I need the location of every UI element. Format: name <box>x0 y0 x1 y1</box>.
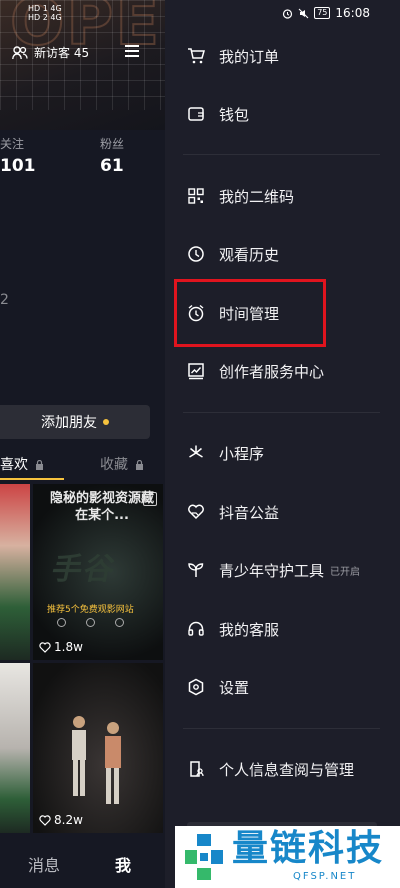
menu-item-qrcode[interactable]: 我的二维码 <box>187 182 294 210</box>
hamburger-menu-icon[interactable] <box>124 44 140 58</box>
sprout-icon <box>188 563 204 577</box>
followers-label: 粉丝 <box>100 137 125 151</box>
menu-label: 我的订单 <box>219 47 280 66</box>
visitors-icon <box>12 45 28 59</box>
menu-item-orders[interactable]: 我的订单 <box>187 42 279 70</box>
menu-label: 我的二维码 <box>219 187 295 206</box>
menu-item-customer-service[interactable]: 我的客服 <box>187 615 279 643</box>
video-subtitle: 推荐5个免费观影网站 <box>47 605 134 615</box>
menu-label: 个人信息查阅与管理 <box>219 760 355 779</box>
menu-item-teen-guardian[interactable]: 青少年守护工具 已开启 <box>187 556 360 584</box>
chart-icon <box>188 363 204 380</box>
new-visitors-button[interactable]: 新访客 45 <box>12 44 89 61</box>
person-doc-icon <box>190 761 204 777</box>
active-tab-underline <box>0 478 64 480</box>
add-friend-button[interactable]: 添加朋友 <box>0 405 150 439</box>
status-time: 16:08 <box>335 6 370 20</box>
hexagon-settings-icon <box>188 678 204 696</box>
battery-indicator: 75 <box>314 7 331 19</box>
following-stat[interactable]: 关注 101 <box>0 135 36 176</box>
video-thumbnail[interactable]: 隐秘的影视资源藏在某个... 手谷 推荐5个免费观影网站 1.8w <box>33 484 163 660</box>
tab-likes-label: 喜欢 <box>0 457 28 473</box>
profile-tabs: 喜欢 收藏 <box>0 448 165 480</box>
menu-label: 钱包 <box>219 105 250 124</box>
video-likes: 1.8w <box>39 640 83 654</box>
highlight-box <box>174 279 326 347</box>
nav-messages[interactable]: 消息 <box>28 852 60 876</box>
divider <box>183 412 380 413</box>
video-thumbnail[interactable] <box>0 484 30 660</box>
menu-label: 抖音公益 <box>219 503 280 522</box>
menu-item-mini-programs[interactable]: 小程序 <box>187 439 264 467</box>
tab-favorites[interactable]: 收藏 <box>100 454 144 474</box>
nav-me[interactable]: 我 <box>115 852 131 876</box>
bottom-nav: 消息 我 <box>0 836 165 888</box>
mute-icon <box>298 8 309 18</box>
menu-item-history[interactable]: 观看历史 <box>187 240 279 268</box>
lock-icon <box>136 460 144 470</box>
following-count: 101 <box>0 156 36 176</box>
signal-line-2: HD 2 4G <box>28 13 62 22</box>
visitor-label: 新访客 45 <box>34 46 90 60</box>
menu-item-charity[interactable]: 抖音公益 <box>187 498 279 526</box>
signal-line-1: HD 1 4G <box>28 4 62 13</box>
video-like-count: 8.2w <box>54 813 83 827</box>
heart-outline-icon <box>39 641 51 653</box>
clock-icon <box>188 246 204 262</box>
qrcode-icon <box>188 188 204 204</box>
menu-item-creator-center[interactable]: 创作者服务中心 <box>187 357 324 385</box>
menu-label: 设置 <box>219 678 250 697</box>
menu-label: 创作者服务中心 <box>219 362 325 381</box>
video-big-text: 手谷 <box>48 552 120 587</box>
status-signal: HD 1 4G HD 2 4G <box>28 4 62 22</box>
headset-icon <box>188 621 204 636</box>
followers-count: 61 <box>100 156 124 176</box>
add-friend-label: 添加朋友 <box>41 415 97 431</box>
qfsp-logo-icon <box>185 834 223 880</box>
video-thumbnail[interactable] <box>0 663 30 833</box>
video-like-count: 1.8w <box>54 640 83 654</box>
video-mini-icons <box>57 618 124 627</box>
following-label: 关注 <box>0 137 25 151</box>
side-drawer: 75 16:08 我的订单 钱包 我的二维码 观看历史 时间管理 创作者服务中心… <box>165 0 400 888</box>
asterisk-icon <box>189 445 203 458</box>
notification-dot <box>103 419 109 425</box>
tab-favorites-label: 收藏 <box>100 457 128 473</box>
watermark-url: QFSP.NET <box>293 871 357 882</box>
menu-label: 观看历史 <box>219 245 280 264</box>
lock-icon <box>36 460 44 470</box>
menu-label: 青少年守护工具 <box>219 561 325 580</box>
divider <box>183 728 380 729</box>
divider <box>183 154 380 155</box>
menu-item-settings[interactable]: 设置 <box>187 673 249 701</box>
cart-icon <box>188 48 205 64</box>
video-thumbnail[interactable]: 8.2w <box>33 663 163 833</box>
followers-stat[interactable]: 粉丝 61 <box>100 135 124 176</box>
menu-label: 小程序 <box>219 444 265 463</box>
menu-item-wallet[interactable]: 钱包 <box>187 100 249 128</box>
alarm-icon <box>283 8 293 19</box>
watermark-title: 量链科技 <box>232 828 385 869</box>
wallet-icon <box>188 107 204 121</box>
dancers-figure <box>72 716 121 804</box>
tab-likes[interactable]: 喜欢 <box>0 454 44 474</box>
video-likes: 8.2w <box>39 813 83 827</box>
heart-hand-icon <box>188 504 204 520</box>
menu-label: 我的客服 <box>219 620 280 639</box>
video-headline: 隐秘的影视资源藏在某个... <box>49 491 154 523</box>
menu-item-personal-info[interactable]: 个人信息查阅与管理 <box>187 755 354 783</box>
profile-page: OPEN HD 1 4G HD 2 4G 新访客 45 关注 101 粉丝 61… <box>0 0 165 888</box>
heart-outline-icon <box>39 814 51 826</box>
watermark: 量链科技 QFSP.NET <box>175 826 400 888</box>
status-bar-right: 75 16:08 <box>282 6 370 20</box>
truncated-text: 2 <box>0 292 9 308</box>
profile-banner: OPEN <box>0 0 165 130</box>
teen-guardian-status: 已开启 <box>330 566 361 578</box>
